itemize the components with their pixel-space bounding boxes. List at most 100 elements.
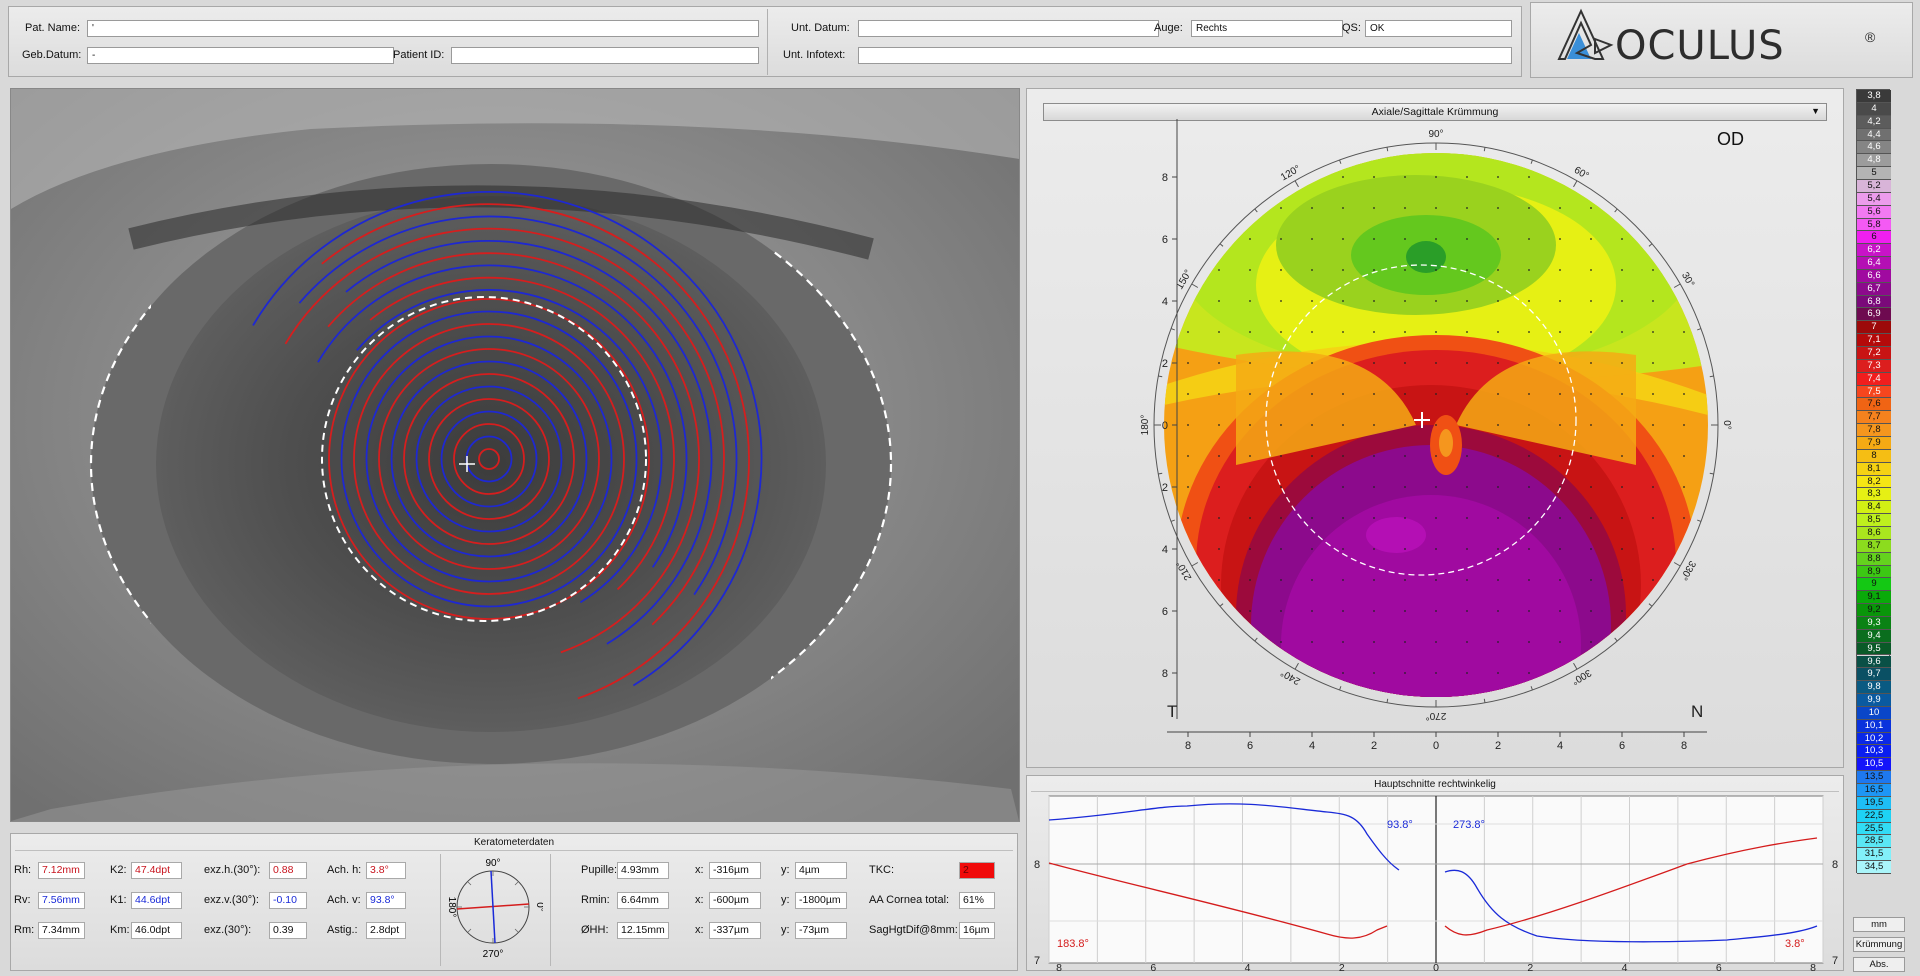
dob-field[interactable]: -	[87, 47, 394, 64]
scale-step: 8	[1857, 449, 1891, 463]
grid-dot	[1528, 331, 1530, 333]
grid-dot	[1497, 362, 1499, 364]
grid-dot	[1404, 362, 1406, 364]
scale-step: 10,2	[1857, 732, 1891, 746]
scale-step: 5,2	[1857, 179, 1891, 193]
grid-dot	[1559, 393, 1561, 395]
exz-h-label: exz.h.(30°):	[204, 864, 261, 876]
grid-dot	[1311, 269, 1313, 271]
grid-dot	[1404, 300, 1406, 302]
scale-step: 28,5	[1857, 835, 1891, 849]
grid-dot	[1280, 362, 1282, 364]
rmin-x-value: -600µm	[709, 892, 761, 909]
eye-image-panel[interactable]	[10, 88, 1020, 822]
grid-dot	[1528, 455, 1530, 457]
rh-value: 7.12mm	[38, 862, 85, 879]
grid-dot	[1342, 548, 1344, 550]
principal-meridians-chart: 8 7 8 7 8 6 4 2 0 2 4 6 8 93.8° 273.8° 183.8° 3.8°	[1034, 795, 1838, 972]
grid-dot	[1652, 517, 1654, 519]
y-tick-label: 4	[1162, 544, 1168, 556]
grid-dot	[1373, 269, 1375, 271]
patient-id-field[interactable]	[451, 47, 759, 64]
grid-dot	[1559, 579, 1561, 581]
km-label: Km:	[110, 924, 130, 936]
grid-dot	[1435, 269, 1437, 271]
exz-h-value: 0.88	[269, 862, 307, 879]
grid-dot	[1652, 393, 1654, 395]
eye-field[interactable]: Rechts	[1191, 20, 1343, 37]
color-scale-legend: 3,8 4 4,2 4,4 4,6 4,8 5 5,2 5,4 5,6 5,8 6 6,2 6,4 6,6 6…	[1856, 89, 1891, 874]
svg-text:180°: 180°	[446, 897, 457, 918]
exam-info-field[interactable]	[858, 47, 1512, 64]
grid-dot	[1404, 517, 1406, 519]
grid-dot	[1187, 455, 1189, 457]
grid-dot	[1435, 176, 1437, 178]
svg-text:0: 0	[1433, 962, 1439, 972]
grid-dot	[1683, 393, 1685, 395]
exam-date-field[interactable]	[858, 20, 1159, 37]
grid-dot	[1466, 486, 1468, 488]
absolute-scale-button[interactable]: Abs.	[1853, 957, 1905, 972]
grid-dot	[1218, 269, 1220, 271]
svg-text:8: 8	[1810, 962, 1816, 972]
patient-name-field[interactable]: '	[87, 20, 759, 37]
scale-step: 8,1	[1857, 462, 1891, 476]
grid-dot	[1311, 300, 1313, 302]
grid-dot	[1652, 362, 1654, 364]
grid-dot	[1559, 238, 1561, 240]
scale-step: 9	[1857, 578, 1891, 592]
grid-dot	[1590, 393, 1592, 395]
scale-step: 8,2	[1857, 475, 1891, 489]
grid-dot	[1559, 517, 1561, 519]
grid-dot	[1373, 579, 1375, 581]
grid-dot	[1249, 424, 1251, 426]
grid-dot	[1683, 548, 1685, 550]
grid-dot	[1590, 486, 1592, 488]
grid-dot	[1435, 393, 1437, 395]
scale-step: 6,8	[1857, 295, 1891, 309]
grid-dot	[1528, 641, 1530, 643]
oculus-logo-text: OCULUS	[1615, 23, 1785, 69]
svg-text:8: 8	[1034, 859, 1040, 871]
grid-dot	[1311, 176, 1313, 178]
grid-dot	[1621, 610, 1623, 612]
keratometer-title-line	[15, 850, 1013, 851]
grid-dot	[1249, 393, 1251, 395]
grid-dot	[1528, 579, 1530, 581]
grid-dot	[1311, 672, 1313, 674]
dob-label: Geb.Datum:	[22, 49, 82, 61]
grid-dot	[1280, 486, 1282, 488]
grid-dot	[1652, 300, 1654, 302]
qs-field[interactable]: OK	[1365, 20, 1512, 37]
svg-text:6: 6	[1150, 962, 1156, 972]
grid-dot	[1621, 424, 1623, 426]
tkc-value: 2	[959, 862, 995, 879]
scale-step: 10	[1857, 706, 1891, 720]
k1-value: 44.6dpt	[131, 892, 182, 909]
rm-value: 7.34mm	[38, 922, 85, 939]
label-183-8: 183.8°	[1057, 938, 1089, 950]
scale-step: 9,5	[1857, 642, 1891, 656]
grid-dot	[1280, 331, 1282, 333]
grid-dot	[1373, 300, 1375, 302]
grid-dot	[1590, 610, 1592, 612]
grid-dot	[1342, 362, 1344, 364]
grid-dot	[1218, 548, 1220, 550]
grid-dot	[1404, 579, 1406, 581]
unit-mm-button[interactable]: mm	[1853, 917, 1905, 932]
grid-dot	[1342, 176, 1344, 178]
curvature-mode-button[interactable]: Krümmung	[1853, 937, 1905, 952]
grid-dot	[1218, 486, 1220, 488]
grid-dot	[1435, 207, 1437, 209]
axis-v-value: 93.8°	[366, 892, 406, 909]
grid-dot	[1218, 362, 1220, 364]
grid-dot	[1528, 672, 1530, 674]
y-label-1: y:	[781, 864, 790, 876]
grid-dot	[1373, 207, 1375, 209]
grid-dot	[1559, 362, 1561, 364]
exz-value: 0.39	[269, 922, 307, 939]
grid-dot	[1342, 486, 1344, 488]
scale-step: 9,6	[1857, 655, 1891, 669]
grid-dot	[1249, 579, 1251, 581]
scale-step: 4,6	[1857, 141, 1891, 155]
